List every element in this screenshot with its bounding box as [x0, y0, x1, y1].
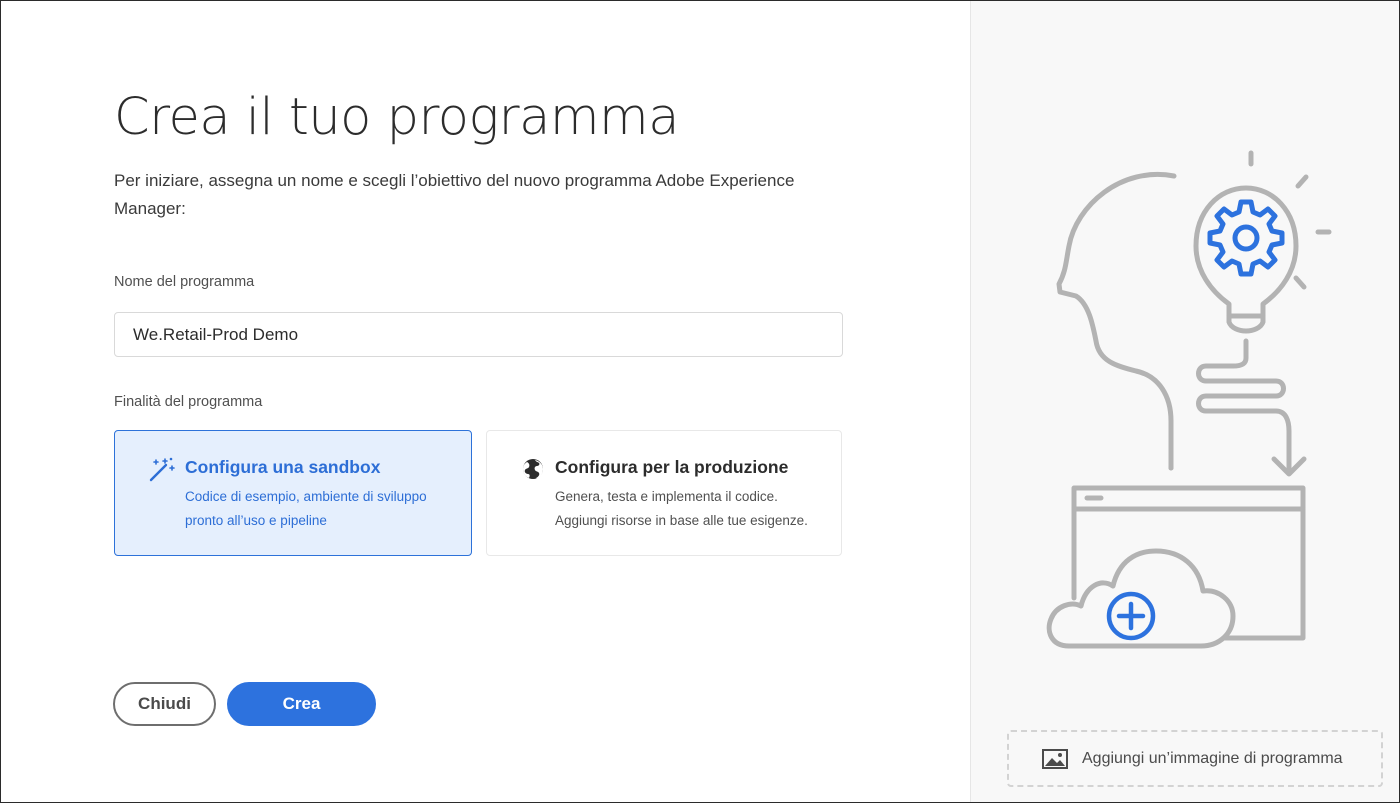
image-icon — [1042, 748, 1068, 769]
option-description: Codice di esempio, ambiente di sviluppo … — [185, 489, 427, 528]
head-lightbulb-cloud-illustration — [1046, 150, 1332, 649]
option-title: Configura una sandbox — [185, 457, 381, 477]
option-description: Genera, testa e implementa il codice. Ag… — [555, 489, 808, 528]
intro-text: Per iniziare, assegna un nome e scegli l… — [114, 171, 795, 218]
option-card-production[interactable]: Configura per la produzione Genera, test… — [486, 430, 842, 556]
option-card-sandbox[interactable]: Configura una sandbox Codice di esempio,… — [114, 430, 472, 556]
add-program-image-label: Aggiungi un’immagine di programma — [1082, 749, 1343, 767]
add-program-image-button[interactable]: Aggiungi un’immagine di programma — [1007, 730, 1383, 787]
close-button[interactable]: Chiudi — [113, 682, 216, 726]
page-title: Crea il tuo programma — [114, 88, 679, 147]
program-name-input[interactable] — [114, 312, 843, 357]
magic-wand-icon — [147, 455, 175, 483]
create-button[interactable]: Crea — [227, 682, 376, 726]
globe-icon — [519, 455, 547, 483]
dialog-main-panel: Crea il tuo programma Per iniziare, asse… — [1, 1, 970, 802]
program-purpose-label: Finalità del programma — [114, 394, 263, 410]
program-name-label: Nome del programma — [114, 274, 255, 290]
option-title: Configura per la produzione — [555, 457, 789, 477]
